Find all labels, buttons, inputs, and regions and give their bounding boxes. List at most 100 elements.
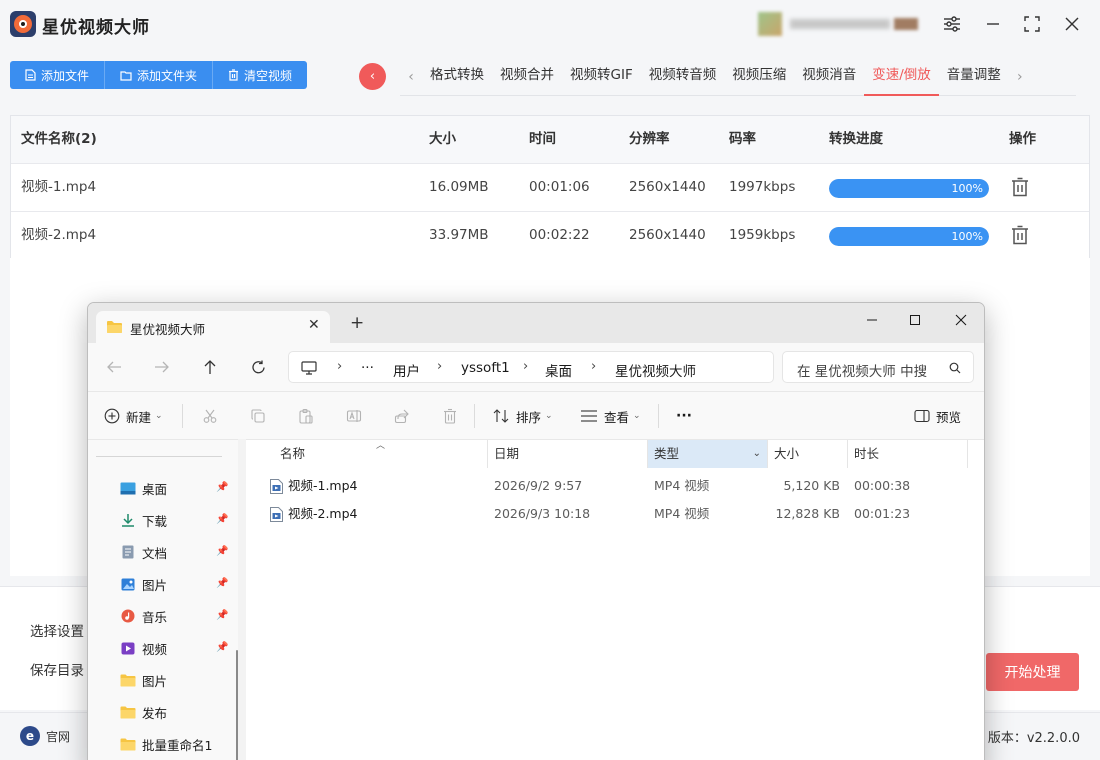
nav-item-music[interactable]: 音乐 — [120, 606, 167, 626]
pin-icon[interactable]: 📌 — [216, 642, 228, 653]
nav-item-label: 图片 — [142, 577, 168, 593]
pin-icon[interactable]: 📌 — [216, 610, 228, 621]
close-tab-icon[interactable]: ✕ — [308, 317, 320, 333]
nav-item-label: 图片 — [142, 673, 168, 689]
nav-item-folder-pictures[interactable]: 图片 — [120, 670, 167, 690]
tab-format-convert[interactable]: 格式转换 — [422, 58, 492, 96]
delete-row-icon[interactable] — [1011, 177, 1029, 201]
website-icon[interactable]: e — [20, 726, 40, 746]
search-input[interactable]: 在 星优视频大师 中搜 — [782, 351, 974, 383]
row-filename: 视频-1.mp4 — [21, 179, 97, 195]
start-processing-button[interactable]: 开始处理 — [986, 653, 1079, 691]
folder-icon — [120, 705, 136, 719]
rename-icon[interactable] — [346, 406, 368, 426]
nav-item-desktop[interactable]: 桌面 — [120, 478, 167, 498]
column-header-date[interactable]: 日期 — [488, 440, 648, 468]
pin-icon[interactable]: 📌 — [216, 546, 228, 557]
explorer-tab[interactable]: 星优视频大师 ✕ — [96, 311, 330, 343]
breadcrumb-yssoft1[interactable]: yssoft1 — [461, 360, 510, 376]
cut-icon[interactable] — [202, 406, 224, 426]
up-arrow-icon[interactable] — [200, 357, 220, 377]
pin-icon[interactable]: 📌 — [216, 514, 228, 525]
tab-video-to-audio[interactable]: 视频转音频 — [641, 58, 725, 96]
refresh-icon[interactable] — [248, 357, 268, 377]
maximize-icon[interactable] — [1020, 12, 1044, 36]
nav-scrollbar[interactable] — [236, 650, 238, 760]
nav-item-pictures[interactable]: 图片 — [120, 574, 167, 594]
nav-item-documents[interactable]: 文档 — [120, 542, 167, 562]
pin-icon[interactable]: 📌 — [216, 482, 228, 493]
minimize-icon[interactable] — [981, 12, 1005, 36]
tabs-scroll-left-icon[interactable]: ‹ — [400, 69, 422, 85]
explorer-tabbar: 星优视频大师 ✕ + — [88, 303, 984, 343]
website-link[interactable]: 官网 — [46, 728, 70, 745]
preview-pane-button[interactable]: 预览 — [914, 406, 961, 426]
nav-item-folder-batch-rename[interactable]: 批量重命名1 — [120, 734, 212, 754]
settings-sliders-icon[interactable] — [940, 12, 964, 36]
file-row[interactable]: 视频-1.mp4 2026/9/2 9:57 MP4 视频 5,120 KB 0… — [246, 472, 984, 500]
maximize-icon[interactable] — [901, 309, 929, 331]
user-account-blurred[interactable] — [758, 12, 922, 36]
nav-item-label: 批量重命名1 — [142, 737, 213, 753]
chevron-down-icon[interactable]: ⌄ — [753, 440, 761, 468]
new-tab-icon[interactable]: + — [350, 315, 364, 332]
tab-speed-reverse[interactable]: 变速/倒放 — [864, 58, 939, 96]
table-row[interactable]: 视频-1.mp4 16.09MB 00:01:06 2560x1440 1997… — [11, 164, 1089, 212]
tab-video-mute[interactable]: 视频消音 — [794, 58, 864, 96]
sort-icon — [493, 409, 509, 423]
tab-video-compress[interactable]: 视频压缩 — [724, 58, 794, 96]
file-type: MP4 视频 — [654, 506, 710, 521]
new-button[interactable]: 新建 ⌄ — [104, 406, 163, 426]
username-blurred — [790, 19, 890, 29]
minimize-icon[interactable] — [858, 309, 886, 331]
caret-down-icon: ⌄ — [155, 411, 163, 421]
column-header-duration[interactable]: 时长 — [848, 440, 968, 468]
add-folder-button[interactable]: 添加文件夹 — [105, 61, 214, 89]
copy-icon[interactable] — [250, 406, 272, 426]
sort-button[interactable]: 排序 ⌄ — [492, 406, 553, 426]
nav-item-videos[interactable]: 视频 — [120, 638, 167, 658]
tab-video-to-gif[interactable]: 视频转GIF — [562, 58, 641, 96]
column-header-type[interactable]: 类型 ⌄ — [648, 440, 768, 468]
tab-video-merge[interactable]: 视频合并 — [492, 58, 562, 96]
back-button[interactable]: ‹ — [359, 63, 386, 90]
paste-icon[interactable] — [298, 406, 320, 426]
view-button[interactable]: 查看 ⌄ — [580, 406, 641, 426]
breadcrumb-users[interactable]: 用户 — [393, 360, 420, 380]
video-icon — [120, 641, 136, 655]
share-icon[interactable] — [394, 406, 416, 426]
breadcrumb-app-folder[interactable]: 星优视频大师 — [615, 360, 696, 380]
forward-arrow-icon[interactable] — [152, 357, 172, 377]
pin-icon[interactable]: 📌 — [216, 578, 228, 589]
address-bar[interactable]: › ··· 用户 › yssoft1 › 桌面 › 星优视频大师 — [288, 351, 774, 383]
col-filename: 文件名称(2) — [21, 131, 97, 147]
breadcrumb-desktop[interactable]: 桌面 — [545, 360, 572, 380]
explorer-tab-title: 星优视频大师 — [130, 322, 206, 337]
column-header-name[interactable]: ︿ 名称 — [246, 440, 488, 468]
progress-label: 100% — [951, 182, 983, 195]
file-row[interactable]: 视频-2.mp4 2026/9/3 10:18 MP4 视频 12,828 KB… — [246, 500, 984, 528]
table-row[interactable]: 视频-2.mp4 33.97MB 00:02:22 2560x1440 1959… — [11, 212, 1089, 260]
explorer-navbar: › ··· 用户 › yssoft1 › 桌面 › 星优视频大师 在 星优视频大… — [88, 343, 984, 391]
clear-videos-button[interactable]: 清空视频 — [213, 61, 308, 89]
breadcrumb-overflow[interactable]: ··· — [361, 360, 374, 376]
tabs-scroll-right-icon[interactable]: › — [1009, 69, 1031, 85]
row-size: 33.97MB — [429, 227, 489, 243]
tab-volume-adjust[interactable]: 音量调整 — [939, 58, 1009, 96]
divider — [96, 456, 222, 457]
back-arrow-icon[interactable] — [104, 357, 124, 377]
nav-item-folder-publish[interactable]: 发布 — [120, 702, 167, 722]
delete-icon[interactable] — [442, 406, 464, 426]
row-filename: 视频-2.mp4 — [21, 227, 97, 243]
add-file-button[interactable]: 添加文件 — [10, 61, 106, 89]
more-options-button[interactable]: ··· — [676, 406, 692, 426]
navigation-pane: 桌面 📌 下载 📌 文档 📌 图片 📌 音乐 📌 视频 📌 图片 发布 批量重命… — [88, 439, 238, 760]
progress-bar: 100% — [829, 179, 989, 198]
column-header-size[interactable]: 大小 — [768, 440, 848, 468]
close-icon[interactable] — [947, 309, 975, 331]
close-icon[interactable] — [1060, 12, 1084, 36]
music-icon — [120, 609, 136, 623]
nav-item-downloads[interactable]: 下载 — [120, 510, 167, 530]
delete-row-icon[interactable] — [1011, 225, 1029, 249]
file-size: 5,120 KB — [783, 478, 840, 493]
